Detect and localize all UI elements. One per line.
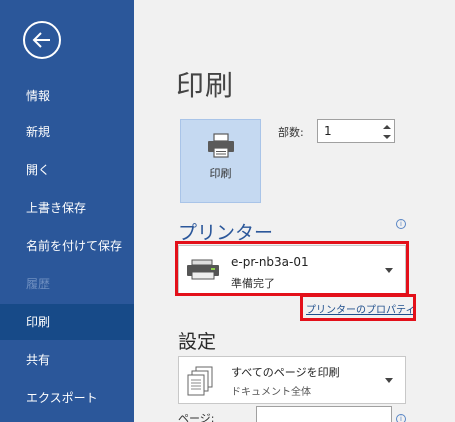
sidebar-item-save-as[interactable]: 名前を付けて保存: [0, 228, 134, 264]
copies-label: 部数:: [278, 126, 304, 139]
printer-icon: [208, 133, 234, 158]
pages-input[interactable]: [256, 406, 392, 422]
sidebar-item-open[interactable]: 開く: [0, 152, 134, 188]
pages-icon: [187, 366, 213, 396]
print-range-title: すべてのページを印刷: [231, 366, 340, 379]
print-range-subtitle: ドキュメント全体: [231, 387, 311, 398]
info-icon[interactable]: i: [396, 414, 406, 422]
print-panel: 印刷 印刷 部数: 1 プリンター i e-pr-nb3a-01 準備完了 プリ…: [134, 0, 455, 422]
chevron-down-icon: [385, 378, 393, 383]
printer-dropdown[interactable]: e-pr-nb3a-01 準備完了: [178, 245, 406, 295]
printer-heading: プリンター: [178, 222, 274, 244]
printer-status: 準備完了: [231, 277, 275, 290]
sidebar-item-save[interactable]: 上書き保存: [0, 190, 134, 226]
print-button-label: 印刷: [209, 167, 232, 180]
printer-device-icon: [187, 259, 219, 280]
sidebar-item-export[interactable]: エクスポート: [0, 380, 134, 416]
print-button[interactable]: 印刷: [180, 119, 261, 203]
info-icon[interactable]: i: [396, 219, 406, 229]
sidebar-item-history: 履歴: [26, 277, 51, 291]
spin-down-icon[interactable]: [381, 132, 393, 142]
back-arrow-icon: [32, 32, 50, 48]
settings-heading: 設定: [178, 331, 217, 353]
chevron-down-icon: [385, 268, 393, 273]
sidebar-item-new[interactable]: 新規: [0, 114, 134, 150]
printer-properties-link[interactable]: プリンターのプロパティ: [306, 301, 415, 316]
sidebar-item-share[interactable]: 共有: [0, 342, 134, 378]
page-title: 印刷: [176, 69, 235, 102]
sidebar-item-print[interactable]: 印刷: [0, 304, 134, 340]
pages-label: ページ:: [178, 412, 215, 422]
printer-name: e-pr-nb3a-01: [231, 255, 309, 269]
sidebar-item-info[interactable]: 情報: [0, 78, 134, 114]
backstage-sidebar: 情報 新規 開く 上書き保存 名前を付けて保存 履歴 印刷 共有 エクスポート: [0, 0, 134, 422]
back-button[interactable]: [23, 21, 61, 59]
spin-up-icon[interactable]: [381, 122, 393, 132]
print-range-dropdown[interactable]: すべてのページを印刷 ドキュメント全体: [178, 356, 406, 404]
